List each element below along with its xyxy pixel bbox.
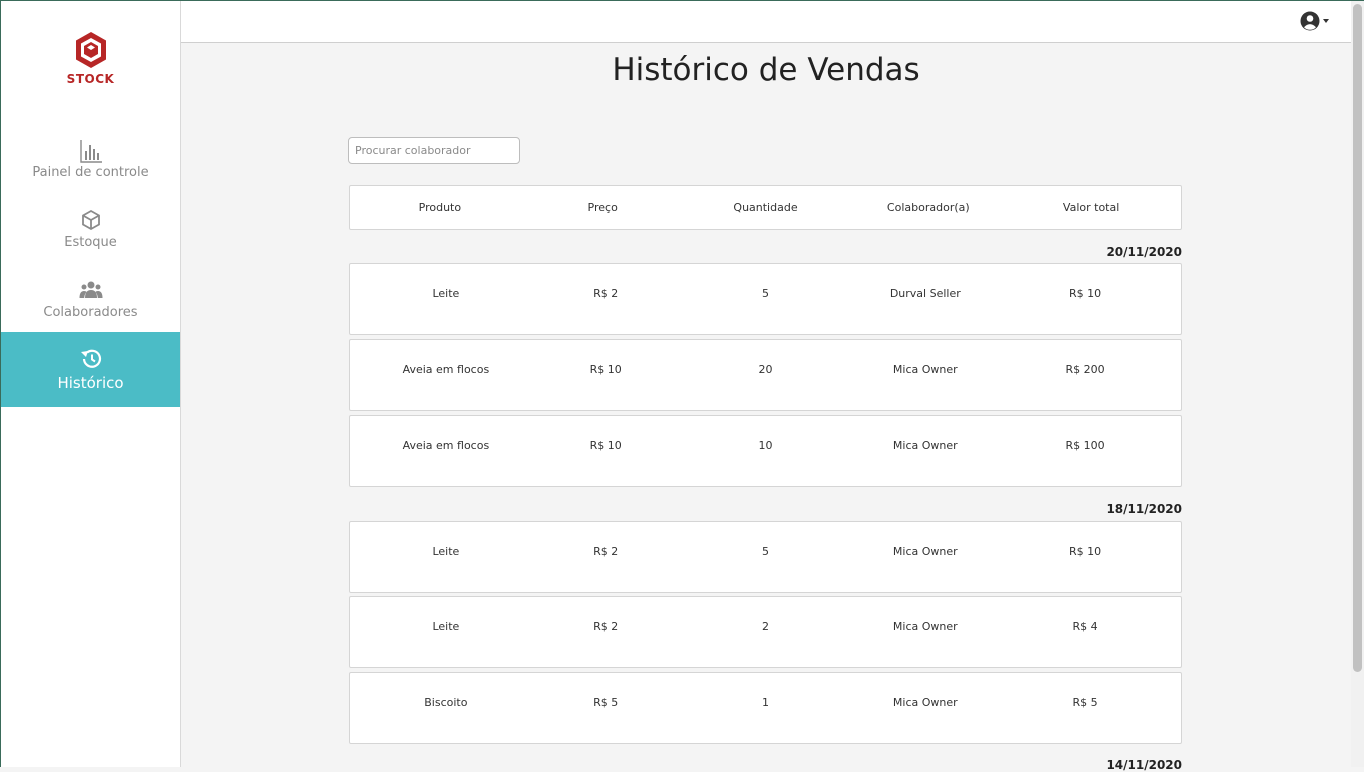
cell-produto: Aveia em flocos — [402, 363, 490, 376]
table-row[interactable]: Leite R$ 2 5 Durval Seller R$ 10 — [349, 263, 1182, 335]
chevron-down-icon — [1323, 19, 1329, 23]
cell-valor-total: R$ 10 — [1069, 287, 1102, 300]
history-icon — [1, 348, 180, 372]
scrollbar-thumb[interactable] — [1353, 4, 1362, 672]
cell-preco: R$ 10 — [589, 363, 622, 376]
cell-colaborador: Mica Owner — [892, 696, 958, 709]
cell-quantidade: 20 — [758, 363, 773, 376]
table-header: Produto Preço Quantidade Colaborador(a) … — [349, 185, 1182, 230]
column-header-valor-total: Valor total — [1062, 201, 1120, 214]
table-row[interactable]: Leite R$ 2 5 Mica Owner R$ 10 — [349, 521, 1182, 593]
date-heading: 14/11/2020 — [1106, 758, 1182, 772]
search-input[interactable] — [348, 137, 520, 164]
sidebar-item-label: Histórico — [57, 374, 124, 392]
cell-colaborador: Mica Owner — [892, 439, 958, 452]
column-header-quantidade: Quantidade — [733, 201, 798, 214]
user-menu-toggle[interactable] — [1300, 11, 1329, 31]
sidebar-item-historico[interactable]: Histórico — [1, 332, 180, 407]
users-icon — [1, 279, 180, 303]
sidebar-item-label: Painel de controle — [32, 165, 149, 180]
cell-produto: Leite — [432, 620, 460, 633]
cell-preco: R$ 5 — [593, 696, 619, 709]
cell-produto: Leite — [432, 287, 460, 300]
bar-chart-icon — [1, 139, 180, 163]
cell-preco: R$ 2 — [593, 620, 619, 633]
cell-valor-total: R$ 5 — [1072, 696, 1098, 709]
sidebar-item-label: Estoque — [64, 235, 117, 250]
cell-quantidade: 1 — [761, 696, 769, 709]
sidebar-item-estoque[interactable]: Estoque — [1, 209, 180, 255]
sidebar-item-colaboradores[interactable]: Colaboradores — [1, 279, 180, 325]
cell-quantidade: 5 — [761, 545, 769, 558]
cell-produto: Biscoito — [424, 696, 468, 709]
cell-colaborador: Mica Owner — [892, 545, 958, 558]
table-row[interactable]: Aveia em flocos R$ 10 20 Mica Owner R$ 2… — [349, 339, 1182, 411]
topbar — [181, 1, 1351, 43]
cell-colaborador: Mica Owner — [892, 620, 958, 633]
column-header-colaborador: Colaborador(a) — [886, 201, 970, 214]
cell-quantidade: 5 — [761, 287, 769, 300]
cell-preco: R$ 2 — [593, 287, 619, 300]
brand-logo[interactable]: STOCK — [1, 31, 180, 86]
column-header-preco: Preço — [587, 201, 618, 214]
date-heading: 18/11/2020 — [1106, 502, 1182, 516]
cell-preco: R$ 2 — [593, 545, 619, 558]
brand-name: STOCK — [66, 72, 115, 86]
cell-valor-total: R$ 10 — [1069, 545, 1102, 558]
cell-colaborador: Durval Seller — [889, 287, 961, 300]
sidebar-item-painel-de-controle[interactable]: Painel de controle — [1, 139, 180, 187]
date-heading: 20/11/2020 — [1106, 245, 1182, 259]
cell-colaborador: Mica Owner — [892, 363, 958, 376]
page-title: Histórico de Vendas — [612, 52, 920, 88]
cell-quantidade: 10 — [758, 439, 773, 452]
cell-valor-total: R$ 4 — [1072, 620, 1098, 633]
sidebar: STOCK Painel de controle Estoque Colabor… — [1, 1, 181, 767]
stock-logo-icon — [75, 32, 106, 68]
sidebar-item-label: Colaboradores — [43, 305, 138, 320]
box-icon — [1, 209, 180, 233]
table-row[interactable]: Biscoito R$ 5 1 Mica Owner R$ 5 — [349, 672, 1182, 744]
cell-produto: Leite — [432, 545, 460, 558]
cell-valor-total: R$ 200 — [1065, 363, 1105, 376]
cell-preco: R$ 10 — [589, 439, 622, 452]
cell-valor-total: R$ 100 — [1065, 439, 1105, 452]
table-row[interactable]: Aveia em flocos R$ 10 10 Mica Owner R$ 1… — [349, 415, 1182, 487]
user-circle-icon — [1300, 11, 1320, 31]
column-header-produto: Produto — [418, 201, 462, 214]
vertical-scrollbar[interactable] — [1351, 1, 1364, 767]
table-row[interactable]: Leite R$ 2 2 Mica Owner R$ 4 — [349, 596, 1182, 668]
cell-quantidade: 2 — [761, 620, 769, 633]
cell-produto: Aveia em flocos — [402, 439, 490, 452]
